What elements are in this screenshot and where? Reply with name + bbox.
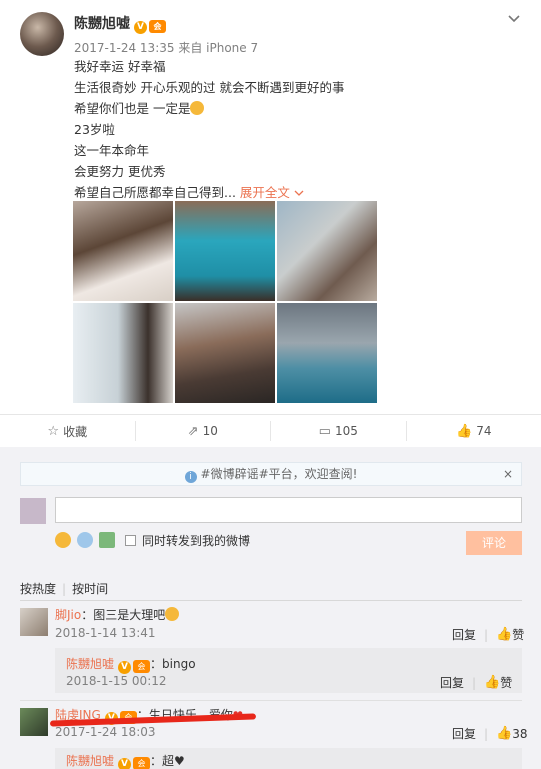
divider	[20, 700, 522, 701]
divider	[20, 600, 522, 601]
photo-4[interactable]	[73, 303, 173, 403]
photo-6[interactable]	[277, 303, 377, 403]
photo-2[interactable]	[175, 201, 275, 301]
photo-1[interactable]	[73, 201, 173, 301]
post-line: 这一年本命年	[74, 143, 150, 158]
post-line: 希望自己所愿都幸自己得到...	[74, 185, 236, 200]
star-icon: ☆	[47, 423, 60, 439]
chevron-down-icon	[294, 190, 304, 196]
emoji-icon	[165, 607, 180, 621]
post-line: 我好幸运 好幸福	[74, 59, 166, 74]
comment-ops: 回复 | 👍 赞	[440, 674, 513, 691]
photo-5[interactable]	[175, 303, 275, 403]
commenter-avatar[interactable]	[20, 608, 48, 636]
post-time[interactable]: 2017-1-24 13:35	[74, 41, 175, 55]
post-meta: 2017-1-24 13:35 来自 iPhone 7	[74, 39, 258, 56]
gif-icon[interactable]	[77, 532, 93, 548]
commenter-avatar[interactable]	[20, 708, 48, 736]
member-badge-icon: 会	[149, 20, 166, 33]
sort-by-hot-tab[interactable]: 按热度	[20, 582, 56, 596]
comment-text: 脚Jio：图三是大理吧	[55, 606, 180, 623]
comment-button[interactable]: ▭ 105	[271, 421, 407, 441]
reply-button[interactable]: 回复	[452, 626, 476, 643]
forward-button[interactable]: ⇗ 10	[136, 421, 271, 441]
post-line: 会更努力 更优秀	[74, 164, 166, 179]
thumb-up-icon[interactable]: 👍	[496, 726, 512, 741]
like-count[interactable]: 38	[512, 727, 527, 741]
chevron-down-icon[interactable]	[507, 12, 521, 26]
comment-time: 2017-1-24 18:03	[55, 725, 156, 739]
verified-badge-icon: V	[134, 21, 147, 34]
post-line: 23岁啦	[74, 122, 115, 137]
forward-icon: ⇗	[187, 423, 199, 439]
thumb-up-icon[interactable]: 👍	[496, 627, 512, 642]
author-avatar[interactable]	[20, 12, 64, 56]
verified-badge-icon: V	[118, 661, 132, 674]
emoji-picker-icon[interactable]	[55, 532, 71, 548]
comment-ops: 回复 | 👍 38	[452, 725, 528, 742]
emoji-icon	[190, 101, 205, 115]
submit-comment-button[interactable]: 评论	[466, 531, 522, 555]
sort-tabs: 按热度 | 按时间	[20, 582, 109, 596]
comment-ops: 回复 | 👍 赞	[452, 626, 525, 643]
favorite-button[interactable]: ☆ 收藏	[0, 421, 136, 441]
my-avatar	[20, 498, 46, 524]
photo-3[interactable]	[277, 201, 377, 301]
nested-reply: 陈嬲旭嘘 V 会：超♥	[55, 748, 522, 769]
expand-full-text-link[interactable]: 展开全文	[240, 185, 304, 200]
rumor-notice: i #微博辟谣#平台，欢迎查阅! ×	[20, 462, 522, 486]
post-line: 希望你们也是 一定是	[74, 101, 191, 116]
comment-tools: 同时转发到我的微博	[55, 531, 250, 549]
like-button[interactable]: 👍 74	[407, 421, 541, 441]
reply-button[interactable]: 回复	[440, 674, 464, 691]
like-label[interactable]: 赞	[500, 674, 512, 691]
nested-reply: 陈嬲旭嘘 V 会：bingo 2018-1-15 00:12 回复 | 👍 赞	[55, 648, 522, 693]
repost-label: 同时转发到我的微博	[142, 533, 251, 548]
repost-checkbox[interactable]	[125, 534, 136, 546]
post-line: 生活很奇妙 开心乐观的过 就会不断遇到更好的事	[74, 80, 345, 95]
heart-icon: ♥	[174, 754, 185, 768]
comment-time: 2018-1-14 13:41	[55, 626, 156, 640]
close-icon[interactable]: ×	[503, 463, 513, 485]
like-label[interactable]: 赞	[512, 626, 524, 643]
thumb-up-icon[interactable]: 👍	[484, 675, 500, 690]
action-bar: ☆ 收藏 ⇗ 10 ▭ 105 👍 74	[0, 415, 541, 447]
info-icon: i	[184, 471, 197, 483]
verified-badge-icon: V	[118, 758, 132, 769]
comment-input[interactable]	[55, 497, 522, 523]
image-icon[interactable]	[99, 532, 115, 548]
member-badge-icon: 会	[133, 660, 151, 673]
comment-icon: ▭	[318, 423, 331, 439]
author-name[interactable]: 陈嬲旭嘘 V 会	[74, 13, 166, 34]
post-source: 来自 iPhone 7	[178, 41, 259, 55]
thumb-up-icon: 👍	[456, 423, 473, 439]
reply-button[interactable]: 回复	[452, 725, 476, 742]
sort-by-time-tab[interactable]: 按时间	[72, 582, 108, 596]
post-content: 我好幸运 好幸福 生活很奇妙 开心乐观的过 就会不断遇到更好的事 希望你们也是 …	[74, 56, 514, 203]
comment-time: 2018-1-15 00:12	[66, 674, 167, 688]
member-badge-icon: 会	[133, 757, 151, 769]
